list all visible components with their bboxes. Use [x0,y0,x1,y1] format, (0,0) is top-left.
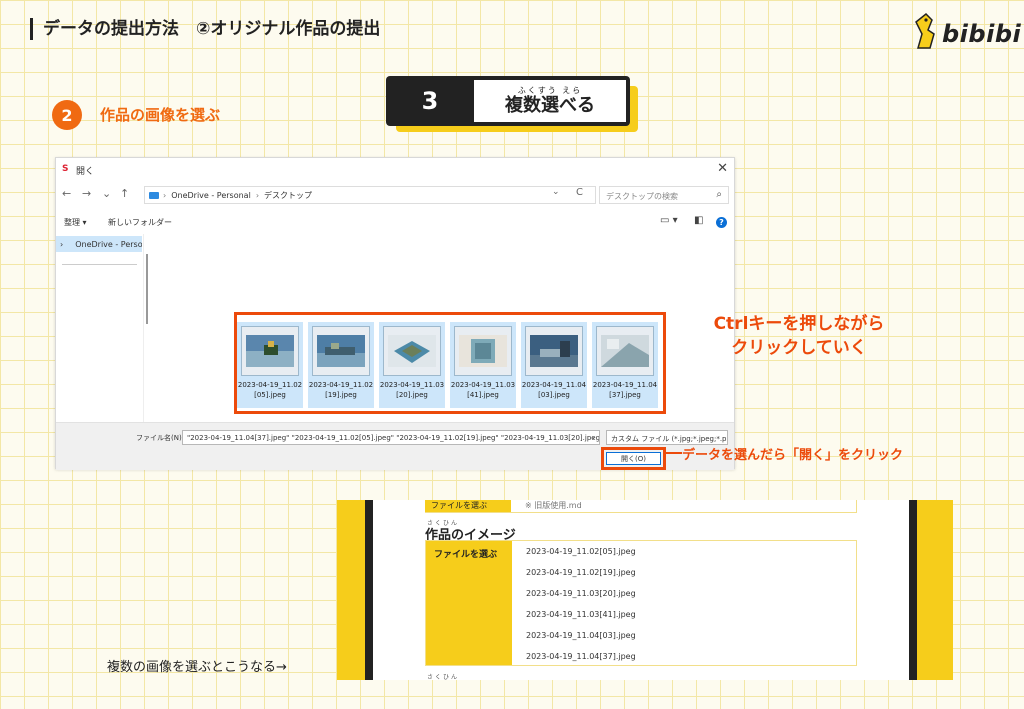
sidebar-item-onedrive[interactable]: › OneDrive - Perso [56,236,142,252]
multi-select-badge: 3 ふくすう えら 複数選べる [386,76,630,126]
filename-dropdown-icon[interactable]: ⌄ [590,432,597,441]
search-icon: ⌕ [716,189,722,200]
open-hint-annotation: データを選んだら「開く」をクリック [682,448,904,463]
command-bar: 整理 ▾ 新しいフォルダー ▭ ▾ ◧ ? [56,212,734,232]
file-name: 2023-04-19_11.04 [37].jpeg [592,381,658,399]
file-name: 2023-04-19_11.02 [19].jpeg [308,381,374,399]
breadcrumb-onedrive[interactable]: OneDrive - Personal [171,191,251,200]
file-name: 2023-04-19_11.04 [03].jpeg [521,381,587,399]
file-name: 2023-04-19_11.03 [20].jpeg [379,381,445,399]
folder-icon [149,191,159,199]
image-thumbnail [596,326,654,376]
file-open-dialog: S 開く ✕ ← → ⌄ ↑ › OneDrive - Personal › デ… [55,157,735,470]
annotation-line-2: クリックしていく [731,338,867,358]
new-folder-button[interactable]: 新しいフォルダー [108,217,172,228]
breadcrumb-separator: › [163,190,167,200]
thumbnail-image [530,335,578,367]
page-title: データの提出方法 ②オリジナル作品の提出 [30,18,380,40]
result-caption: 複数の画像を選ぶとこうなる→ [107,660,287,675]
image-thumbnail [383,326,441,376]
preview-pane-icon[interactable]: ◧ [694,215,703,226]
search-input[interactable]: デスクトップの検索 ⌕ [599,186,729,204]
thumbnail-image [388,335,436,367]
selected-file: 2023-04-19_11.03[41].jpeg [526,610,636,619]
annotation-connector [666,452,682,454]
refresh-icon[interactable]: C [576,187,583,198]
file-tile[interactable]: 2023-04-19_11.02 [19].jpeg [308,322,374,408]
ctrl-click-annotation: Ctrlキーを押しながら クリックしていく [694,312,904,360]
close-icon[interactable]: ✕ [717,161,728,176]
breadcrumb-separator: › [255,190,260,200]
filename-input[interactable]: "2023-04-19_11.04[37].jpeg" "2023-04-19_… [182,430,600,445]
work-image-field: ファイルを選ぶ 2023-04-19_11.02[05].jpeg 2023-0… [425,540,857,666]
navigation-bar: ← → ⌄ ↑ › OneDrive - Personal › デスクトップ ⌄… [56,184,734,206]
selected-file: 2023-04-19_11.04[37].jpeg [526,652,636,661]
help-icon[interactable]: ? [716,217,727,228]
sidebar-divider [62,264,137,265]
organize-menu[interactable]: 整理 ▾ [64,217,87,228]
thumbnail-image [601,335,649,367]
sidebar-scrollbar[interactable] [146,254,148,324]
filetype-select[interactable]: カスタム ファイル (*.jpg;*.jpeg;*.pn [606,430,728,445]
result-preview: ファイルを選ぶ ※ 旧版使用.md さくひん 作品のイメージ ファイルを選ぶ 2… [337,500,953,680]
previous-field-label: ファイルを選ぶ [425,500,511,512]
next-heading-ruby: さくひん [427,674,460,680]
open-button[interactable]: 開く(O) [606,452,661,465]
selected-file: 2023-04-19_11.03[20].jpeg [526,589,636,598]
open-button-highlight: 開く(O) [601,447,666,470]
thumbnail-image [246,335,294,367]
annotation-line-1: Ctrlキーを押しながら [713,314,885,334]
selected-file: 2023-04-19_11.02[05].jpeg [526,547,636,556]
sidebar-item-label: OneDrive - Perso [75,239,142,249]
previous-field-value: ※ 旧版使用.md [511,500,857,512]
step-label: 作品の画像を選ぶ [100,106,221,124]
breadcrumb-desktop[interactable]: デスクトップ [264,190,312,201]
app-icon: S [62,164,69,174]
thumbnail-image [459,335,507,367]
file-tile[interactable]: 2023-04-19_11.04 [37].jpeg [592,322,658,408]
file-name: 2023-04-19_11.03 [41].jpeg [450,381,516,399]
filename-label: ファイル名(N): [136,434,185,442]
step-number: 2 [52,100,82,130]
logo-text: bibibi [942,20,1022,48]
dialog-titlebar: S 開く ✕ [56,158,734,180]
brand-logo: bibibi [910,12,1021,56]
thumbnail-image [317,335,365,367]
dialog-title: 開く [76,167,95,177]
address-bar[interactable]: › OneDrive - Personal › デスクトップ [144,186,596,204]
file-name: 2023-04-19_11.02 [05].jpeg [237,381,303,399]
image-thumbnail [454,326,512,376]
choose-file-label[interactable]: ファイルを選ぶ [426,541,512,665]
file-tile[interactable]: 2023-04-19_11.03 [41].jpeg [450,322,516,408]
image-thumbnail [312,326,370,376]
file-tile[interactable]: 2023-04-19_11.03 [20].jpeg [379,322,445,408]
decor-stripe [917,500,953,680]
decor-stripe [909,500,917,680]
dialog-footer: ファイル名(N): "2023-04-19_11.04[37].jpeg" "2… [56,422,734,470]
badge-label-box: ふくすう えら 複数選べる [474,80,626,122]
image-thumbnail [241,326,299,376]
decor-stripe [365,500,373,680]
up-folder-icon[interactable]: ↑ [120,187,129,200]
forward-icon[interactable]: → [82,187,91,200]
row-divider [425,512,857,513]
badge-label: 複数選べる [505,94,595,116]
badge-number: 3 [421,87,439,115]
history-dropdown-icon[interactable]: ⌄ [102,187,111,200]
file-tile[interactable]: 2023-04-19_11.02 [05].jpeg [237,322,303,408]
badge-ruby: ふくすう えら [517,85,583,95]
selected-file: 2023-04-19_11.02[19].jpeg [526,568,636,577]
address-dropdown-icon[interactable]: ⌄ [552,187,560,197]
bird-icon [915,12,935,49]
file-tile[interactable]: 2023-04-19_11.04 [03].jpeg [521,322,587,408]
search-placeholder: デスクトップの検索 [606,192,678,201]
view-options-icon[interactable]: ▭ ▾ [660,215,678,226]
image-thumbnail [525,326,583,376]
navigation-pane: › OneDrive - Perso [56,234,144,422]
back-icon[interactable]: ← [62,187,71,200]
decor-stripe [337,500,365,680]
expand-chevron-icon[interactable]: › [60,240,63,249]
selected-file: 2023-04-19_11.04[03].jpeg [526,631,636,640]
